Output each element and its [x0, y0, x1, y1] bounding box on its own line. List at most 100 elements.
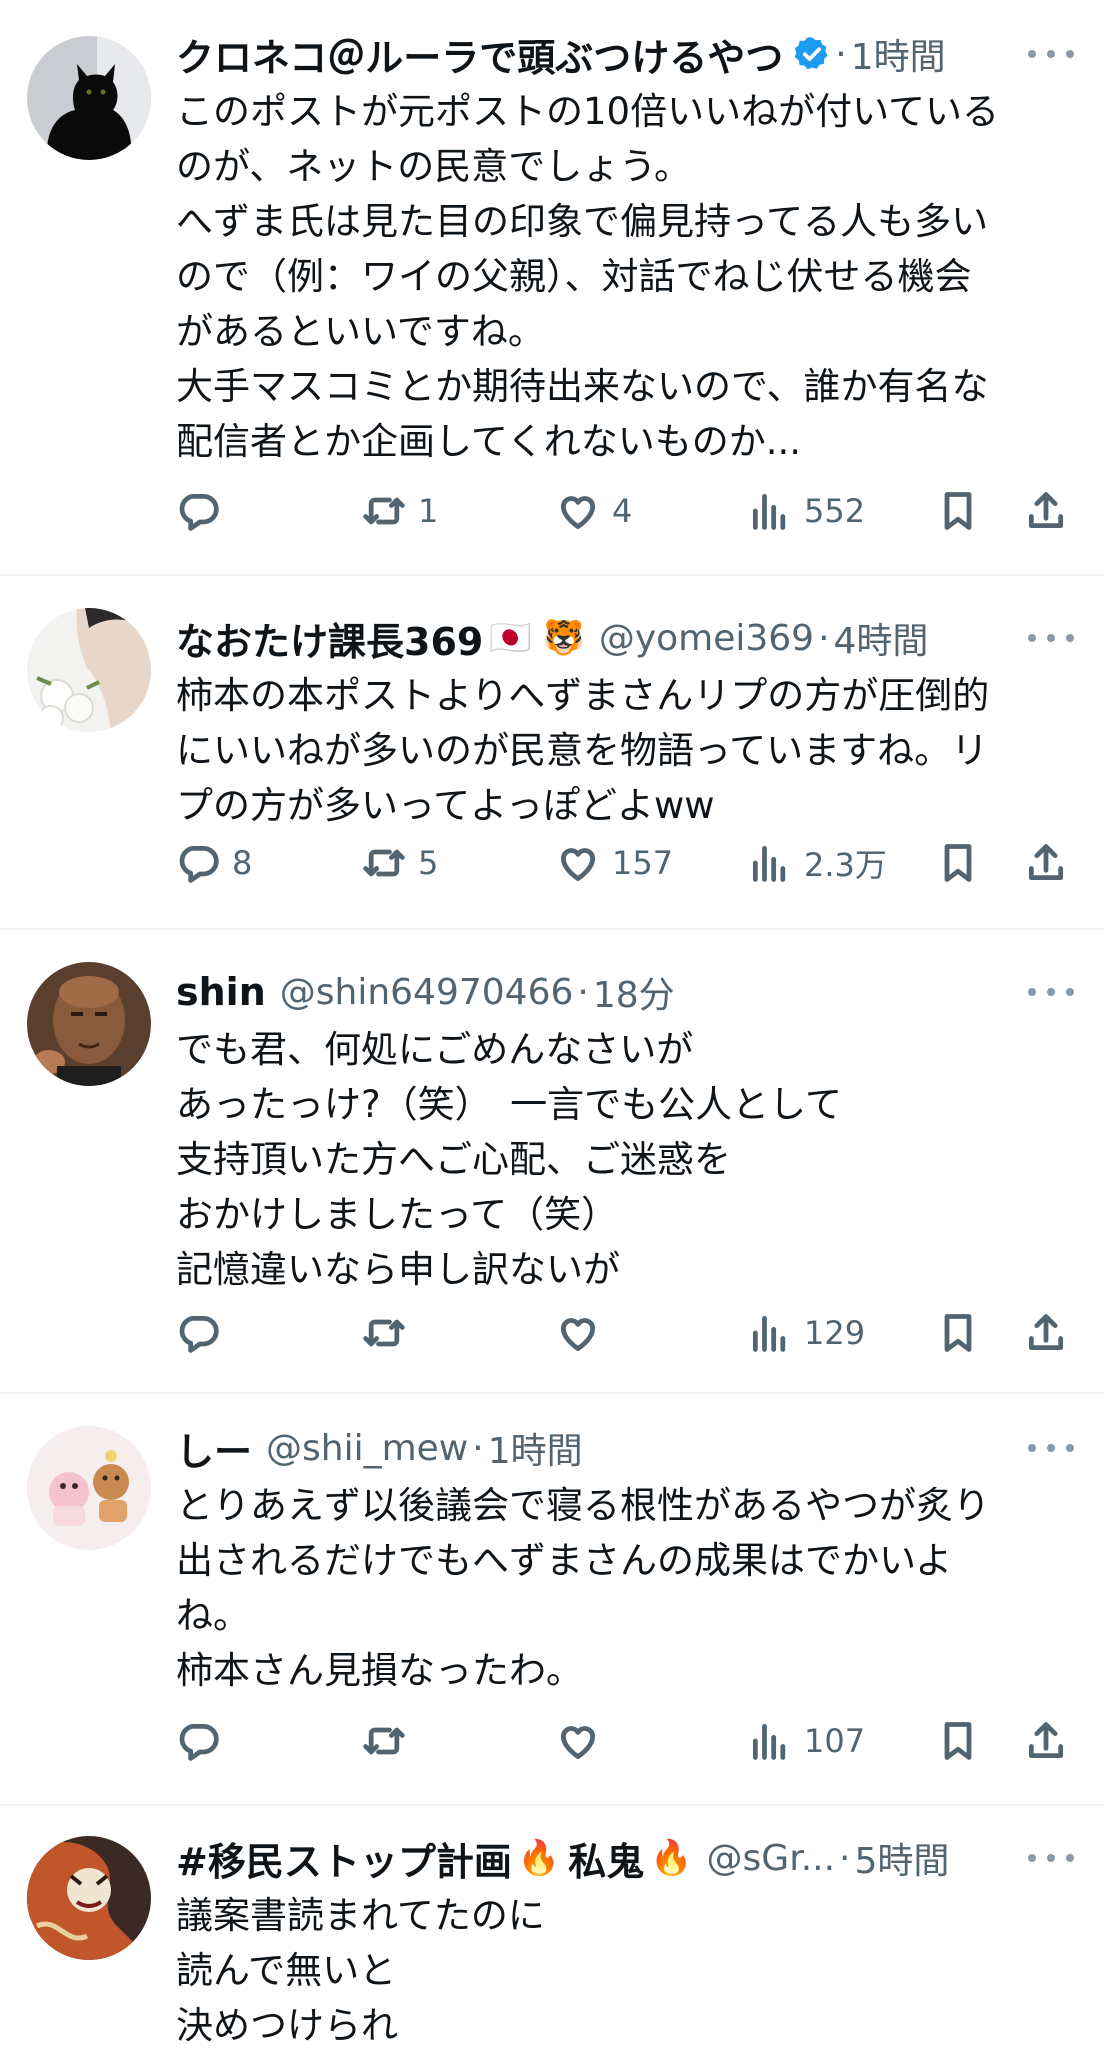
display-name[interactable]: shin [176, 970, 266, 1014]
more-icon[interactable] [1028, 982, 1074, 1002]
display-name[interactable]: クロネコ＠ルーラで頭ぶつけるやつ [176, 27, 783, 82]
avatar[interactable] [27, 962, 151, 1086]
tweet-line: でも君、何処にごめんなさいが [176, 1028, 694, 1071]
views-icon [752, 493, 786, 530]
like-icon [560, 1726, 596, 1759]
share-button[interactable] [1024, 486, 1068, 536]
display-name[interactable]: しー [176, 1421, 252, 1476]
bookmark-button[interactable] [936, 838, 980, 888]
tweet-text: このポストが元ポストの10倍いいねが付いている のが、ネットの民意でしょう。 へ… [176, 84, 1074, 469]
tweet-line: 柿本さん見損なったわ。 [176, 1649, 583, 1692]
bookmark-button[interactable] [936, 1308, 980, 1358]
avatar[interactable] [27, 36, 151, 160]
timestamp[interactable]: 5時間 [854, 1832, 949, 1884]
tweet-line: あったっけ?（笑） 一言でも公人として [176, 1083, 843, 1126]
handle[interactable]: @shin64970466 [280, 972, 574, 1013]
views-button[interactable]: 2.3万 [748, 838, 887, 888]
handle[interactable]: @sGr... [707, 1838, 835, 1879]
bookmark-button[interactable] [936, 1716, 980, 1766]
tweet-line: にいいねが多いのが民意を物語っていますね。リ [176, 729, 989, 772]
separator-dot: · [818, 617, 830, 659]
timestamp[interactable]: 18分 [593, 966, 675, 1018]
like-button[interactable]: 4 [556, 486, 632, 536]
retweet-button[interactable] [362, 1716, 406, 1766]
tweet-line: 議案書読まれてたのに [176, 1894, 545, 1937]
retweet-button[interactable] [362, 1308, 406, 1358]
timestamp[interactable]: 1時間 [851, 28, 946, 80]
display-name[interactable]: #移民ストップ計画 [176, 1831, 512, 1886]
display-name[interactable]: なおたけ課長369 [176, 611, 483, 666]
tweet-line: 大手マスコミとか期待出来ないので、誰か有名な [176, 365, 989, 408]
tweet-line: 支持頂いた方へご心配、ご迷惑を [176, 1138, 731, 1181]
more-icon[interactable] [1028, 628, 1074, 648]
more-icon[interactable] [1028, 44, 1074, 64]
tweet[interactable]: なおたけ課長369 🇯🇵 🐯 @yomei369 · 4時間 柿本の本ポストより… [0, 576, 1104, 928]
views-icon [752, 1723, 786, 1760]
like-button[interactable] [556, 1308, 600, 1358]
tweet-text: 柿本の本ポストよりへずまさんリプの方が圧倒的 にいいねが多いのが民意を物語ってい… [176, 668, 1074, 833]
timestamp[interactable]: 4時間 [834, 612, 929, 664]
views-count: 129 [804, 1314, 866, 1352]
handle[interactable]: @yomei369 [599, 618, 814, 659]
tweet[interactable]: #移民ストップ計画 🔥 私鬼 🔥 @sGr... · 5時間 議案書読まれてたの… [0, 1806, 1104, 2048]
like-icon [560, 496, 596, 529]
more-icon[interactable] [1028, 1438, 1074, 1458]
tweet-line: 柿本の本ポストよりへずまさんリプの方が圧倒的 [176, 674, 990, 717]
retweet-count: 1 [418, 492, 439, 530]
tweet-line: ので（例：ワイの父親）、対話でねじ伏せる機会 [176, 255, 972, 298]
tweet-header: shin @shin64970466 · 18分 [176, 962, 1068, 1022]
bookmark-button[interactable] [936, 486, 980, 536]
action-bar: 107 [176, 1716, 1076, 1766]
reply-icon [179, 493, 219, 531]
share-button[interactable] [1024, 1716, 1068, 1766]
tweet[interactable]: しー @shii_mew · 1時間 とりあえず以後議会で寝る根性があるやつが炙… [0, 1394, 1104, 1804]
retweet-button[interactable]: 5 [362, 838, 438, 888]
views-button[interactable]: 107 [748, 1716, 865, 1766]
action-bar: 129 [176, 1308, 1076, 1358]
share-icon [1028, 844, 1064, 881]
tweet-line: へずま氏は見た目の印象で偏見持ってる人も多い [176, 200, 989, 243]
tweet-header: なおたけ課長369 🇯🇵 🐯 @yomei369 · 4時間 [176, 608, 1068, 668]
avatar[interactable] [27, 1836, 151, 1960]
reply-button[interactable] [176, 486, 232, 536]
avatar[interactable] [27, 1426, 151, 1550]
display-name-suffix[interactable]: 私鬼 [568, 1831, 644, 1886]
like-button[interactable]: 157 [556, 838, 673, 888]
reply-icon [179, 1315, 219, 1353]
action-bar: 1 4 552 [176, 486, 1076, 536]
tweet-line: プの方が多いってよっぽどよww [176, 784, 715, 827]
share-button[interactable] [1024, 838, 1068, 888]
separator-dot: · [472, 1427, 484, 1469]
reply-button[interactable] [176, 1716, 220, 1766]
tweet-line: ね。 [176, 1594, 250, 1637]
retweet-button[interactable]: 1 [362, 486, 438, 536]
like-count: 157 [612, 844, 674, 882]
handle[interactable]: @shii_mew [266, 1428, 468, 1469]
like-count: 4 [612, 492, 633, 530]
reply-icon [179, 1723, 219, 1761]
tweet-line: このポストが元ポストの10倍いいねが付いている [176, 90, 999, 133]
share-button[interactable] [1024, 1308, 1068, 1358]
fire-emoji: 🔥 [650, 1838, 693, 1878]
views-button[interactable]: 129 [748, 1308, 865, 1358]
like-button[interactable] [556, 1716, 600, 1766]
tweet[interactable]: shin @shin64970466 · 18分 でも君、何処にごめんなさいが … [0, 930, 1104, 1392]
views-icon [752, 845, 786, 882]
reply-button[interactable] [176, 1308, 220, 1358]
timestamp[interactable]: 1時間 [488, 1422, 583, 1474]
more-icon[interactable] [1028, 1848, 1074, 1868]
views-count: 552 [804, 492, 866, 530]
views-button[interactable]: 552 [748, 486, 865, 536]
bookmark-icon [944, 844, 972, 882]
tweet-line: とりあえず以後議会で寝る根性があるやつが炙り [176, 1484, 990, 1527]
bookmark-icon [944, 1722, 972, 1760]
avatar[interactable] [27, 608, 151, 732]
separator-dot: · [577, 971, 589, 1013]
bookmark-icon [944, 1314, 972, 1352]
views-count: 107 [804, 1722, 866, 1760]
tweet[interactable]: クロネコ＠ルーラで頭ぶつけるやつ · 1時間 このポストが元ポストの10倍いいね… [0, 0, 1104, 574]
separator-dot: · [839, 1837, 851, 1879]
flag-emoji: 🇯🇵 🐯 [489, 618, 585, 658]
retweet-icon [363, 1319, 405, 1347]
reply-button[interactable]: 8 [176, 838, 252, 888]
